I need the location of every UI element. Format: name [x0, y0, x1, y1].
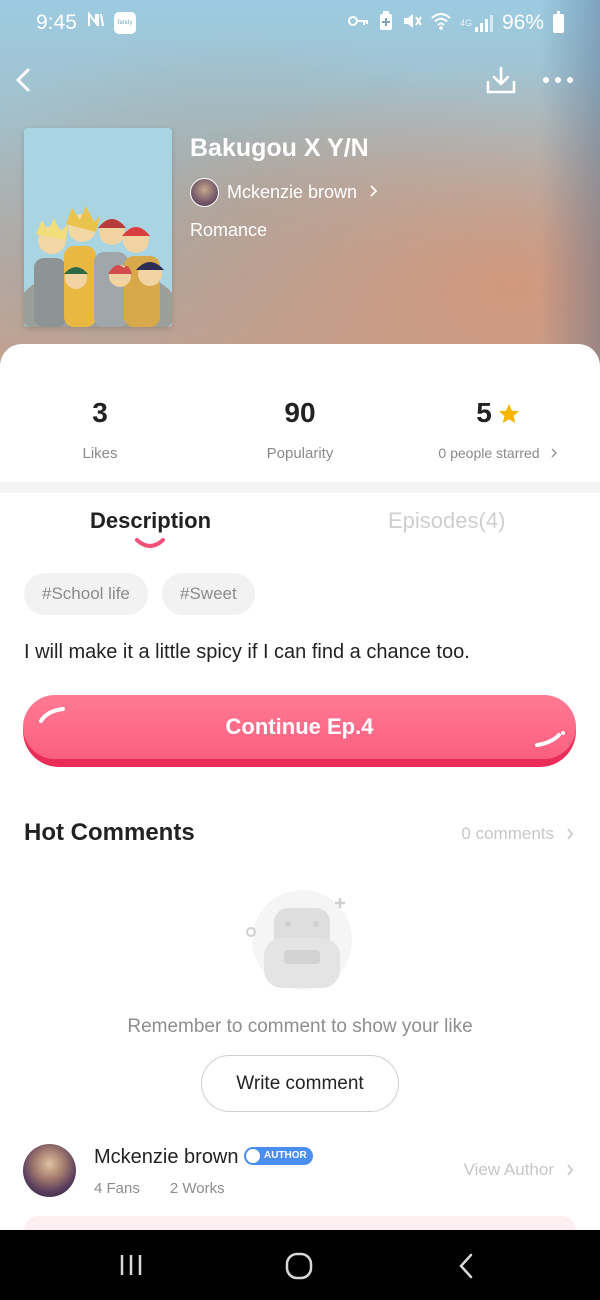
author-stats: 4 Fans 2 Works [94, 1180, 225, 1197]
back-arrow-icon [16, 68, 30, 92]
empty-sofa-icon [246, 890, 352, 990]
continue-button-label: Continue Ep.4 [225, 714, 374, 739]
download-button[interactable] [484, 62, 518, 98]
nfc-icon [86, 11, 106, 34]
network-type-label: 4G [459, 18, 472, 28]
vpn-key-icon [347, 14, 370, 32]
book-title: Bakugou X Y/N [190, 134, 369, 162]
rating-value: 5 [476, 397, 492, 428]
author-link[interactable]: Mckenzie brown [190, 178, 379, 207]
author-works: 2 Works [169, 1180, 225, 1197]
popularity-value: 90 [284, 397, 316, 428]
stats-row: 3 Likes 90 Popularity 5 0 people starred [0, 374, 600, 474]
continue-reading-button[interactable]: Continue Ep.4 [23, 695, 576, 767]
view-author-label: View Author [463, 1160, 554, 1179]
author-badge-icon [246, 1149, 260, 1163]
chevron-right-icon [567, 1164, 574, 1176]
status-time: 9:45 [36, 11, 77, 34]
chevron-right-icon [551, 448, 557, 458]
tab-active-indicator [135, 538, 165, 548]
download-icon [486, 66, 516, 94]
author-card-name[interactable]: Mckenzie brown [94, 1146, 239, 1169]
battery-percent: 96% [501, 11, 544, 34]
signal-icon [474, 14, 493, 32]
battery-icon [553, 10, 564, 33]
author-avatar[interactable] [23, 1144, 76, 1197]
empty-comments-message: Remember to comment to show your like [127, 1016, 473, 1037]
comments-count: 0 comments [461, 824, 554, 843]
author-badge-label: AUTHOR [264, 1150, 307, 1161]
app-notification-icon: fandy [114, 11, 136, 34]
book-cover [24, 128, 172, 327]
empty-comments-illustration [240, 888, 360, 998]
author-avatar-small [190, 178, 219, 207]
view-author-link[interactable]: View Author [464, 1160, 574, 1180]
mute-icon [402, 12, 422, 34]
stat-likes: 3 Likes [0, 396, 200, 462]
author-badge: AUTHOR [244, 1147, 313, 1165]
likes-value: 3 [92, 397, 108, 428]
genre-label: Romance [190, 220, 268, 240]
chevron-right-icon [370, 184, 378, 197]
tab-episodes[interactable]: Episodes(4) [388, 508, 505, 534]
book-cover-illustration [24, 128, 172, 327]
recent-apps-icon[interactable] [118, 1252, 144, 1278]
starred-label: 0 people starred [438, 445, 540, 461]
more-options-button[interactable] [538, 66, 578, 94]
tab-description[interactable]: Description [90, 508, 211, 534]
star-icon [498, 403, 519, 423]
write-comment-button[interactable]: Write comment [201, 1055, 399, 1112]
tag-school-life[interactable]: #School life [24, 573, 148, 615]
more-options-icon [543, 77, 573, 83]
hot-comments-title: Hot Comments [24, 819, 195, 846]
popularity-label: Popularity [266, 445, 334, 462]
chevron-right-icon [567, 828, 574, 840]
nav-back-icon[interactable] [456, 1252, 476, 1280]
home-icon[interactable] [284, 1252, 314, 1280]
section-divider [0, 482, 600, 493]
stat-popularity: 90 Popularity [200, 396, 400, 462]
back-button[interactable] [10, 62, 40, 98]
story-description: I will make it a little spicy if I can f… [24, 641, 470, 663]
author-fans: 4 Fans [94, 1180, 140, 1197]
stat-rating[interactable]: 5 0 people starred [398, 396, 598, 461]
wifi-icon [431, 12, 451, 34]
author-name: Mckenzie brown [227, 182, 358, 202]
status-bar: 9:45 fandy 4G 96% [0, 0, 600, 48]
tag-sweet[interactable]: #Sweet [162, 573, 255, 615]
comments-count-link[interactable]: 0 comments [461, 824, 574, 844]
system-navigation-bar [0, 1230, 600, 1300]
battery-saver-icon [379, 11, 393, 35]
likes-label: Likes [82, 445, 118, 462]
